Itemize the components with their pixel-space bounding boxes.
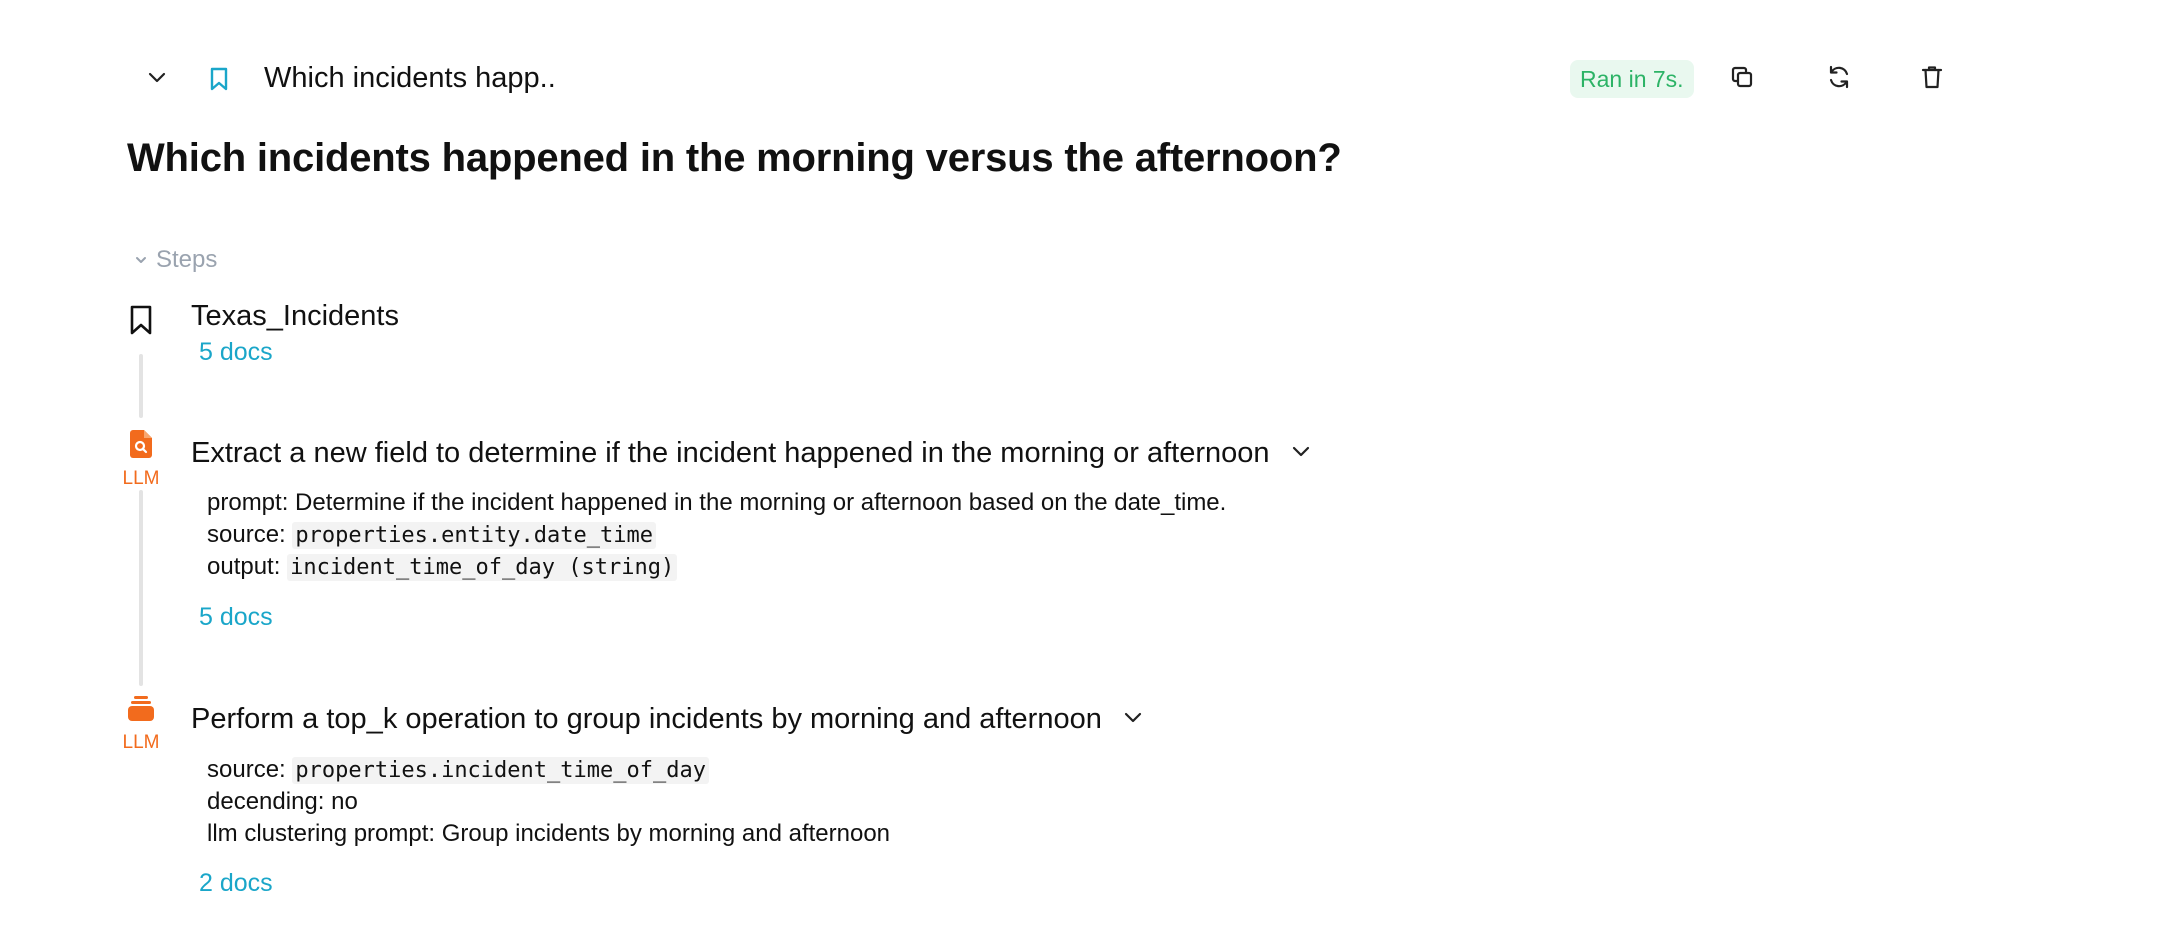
- chevron-down-icon: [1122, 704, 1144, 737]
- stack-icon: [127, 695, 155, 728]
- detail-value: properties.incident_time_of_day: [292, 757, 709, 784]
- step-detail-prompt: prompt: Determine if the incident happen…: [207, 487, 1226, 519]
- step-detail-source: source: properties.entity.date_time: [207, 519, 656, 552]
- detail-key: decending:: [207, 788, 325, 815]
- docs-link[interactable]: 2 docs: [199, 869, 273, 898]
- delete-button[interactable]: [1907, 54, 1957, 104]
- detail-key: llm clustering prompt:: [207, 820, 436, 847]
- bookmark-icon: [128, 304, 154, 341]
- expand-step-button[interactable]: [1120, 707, 1146, 733]
- step-title-text: Perform a top_k operation to group incid…: [191, 703, 1102, 735]
- step-title-text: Extract a new field to determine if the …: [191, 437, 1270, 469]
- step-icon: LLM: [112, 695, 170, 754]
- detail-key: prompt:: [207, 489, 289, 516]
- timeline-connector: [139, 490, 143, 686]
- query-result-page: Which incidents happ.. Ran in 7s. Which …: [0, 0, 2172, 942]
- detail-value: no: [331, 788, 358, 815]
- run-status-badge: Ran in 7s.: [1570, 60, 1694, 98]
- bookmark-icon: [204, 64, 234, 94]
- docs-link[interactable]: 5 docs: [199, 603, 273, 632]
- steps-label: Steps: [156, 246, 218, 273]
- detail-value: Group incidents by morning and afternoon: [441, 820, 891, 847]
- document-search-icon: [128, 429, 154, 464]
- timeline-connector: [139, 354, 143, 418]
- llm-tag: LLM: [122, 468, 160, 489]
- copy-button[interactable]: [1717, 54, 1767, 104]
- detail-value: properties.entity.date_time: [292, 522, 656, 549]
- step-title: Extract a new field to determine if the …: [191, 437, 1314, 470]
- query-header: Which incidents happ.. Ran in 7s.: [127, 54, 1987, 104]
- expand-step-button[interactable]: [1288, 441, 1314, 467]
- step-detail-output: output: incident_time_of_day (string): [207, 551, 678, 584]
- detail-value: Determine if the incident happened in th…: [295, 489, 1227, 516]
- trash-icon: [1920, 64, 1944, 95]
- step-icon: LLM: [112, 429, 170, 490]
- step-title: Texas_Incidents: [191, 300, 399, 332]
- collapse-button[interactable]: [127, 54, 187, 104]
- chevron-down-icon: [145, 65, 169, 94]
- step-detail-descending: decending: no: [207, 786, 358, 818]
- copy-icon: [1729, 64, 1755, 95]
- detail-value: incident_time_of_day (string): [287, 554, 678, 581]
- docs-link[interactable]: 5 docs: [199, 338, 273, 367]
- step-title: Perform a top_k operation to group incid…: [191, 703, 1146, 736]
- query-title: Which incidents happened in the morning …: [127, 136, 1342, 180]
- chevron-down-icon: [134, 246, 148, 274]
- detail-key: source:: [207, 756, 286, 783]
- step-icon: [112, 304, 170, 341]
- llm-tag: LLM: [122, 732, 160, 753]
- rerun-button[interactable]: [1814, 54, 1864, 104]
- step-detail-clustering: llm clustering prompt: Group incidents b…: [207, 818, 890, 850]
- detail-key: source:: [207, 521, 286, 548]
- detail-key: output:: [207, 553, 281, 580]
- steps-toggle[interactable]: Steps: [134, 244, 217, 276]
- step-detail-source: source: properties.incident_time_of_day: [207, 754, 709, 787]
- refresh-icon: [1826, 64, 1852, 95]
- chevron-down-icon: [1290, 438, 1312, 471]
- query-short-title: Which incidents happ..: [264, 62, 556, 94]
